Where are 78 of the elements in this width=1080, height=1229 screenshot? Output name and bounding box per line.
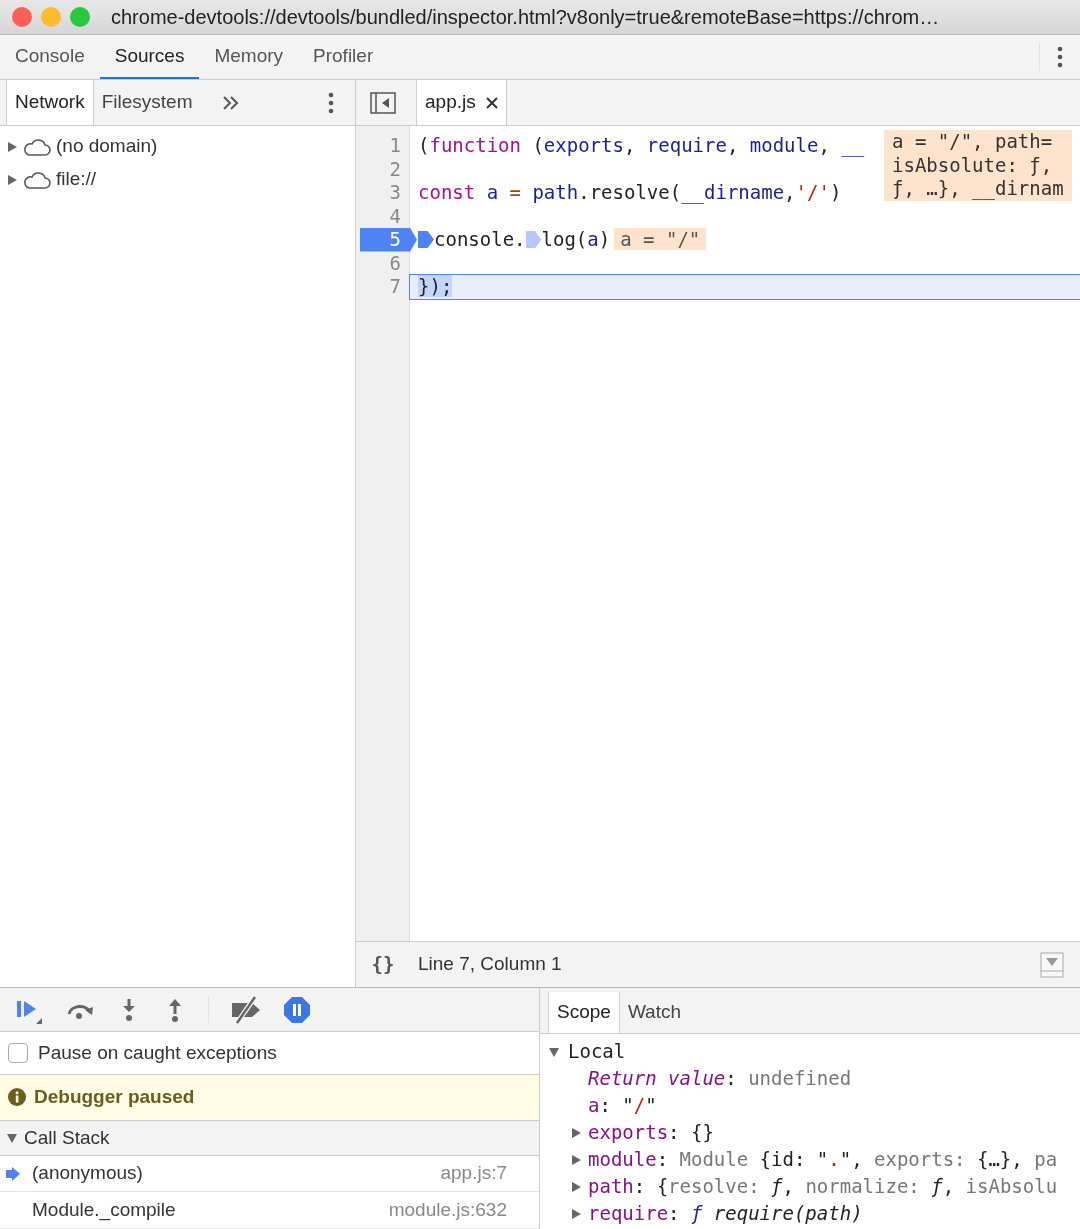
code-token: __ [841, 134, 865, 156]
expand-triangle-icon[interactable] [6, 140, 18, 153]
code-token: __dirname [681, 181, 785, 203]
code-token: const [418, 181, 477, 203]
section-header[interactable]: Call Stack [24, 1123, 110, 1153]
scope-property[interactable]: module: Module {id: ".", exports: {…}, pa [588, 1146, 1058, 1173]
code-token: , [726, 134, 740, 156]
scope-property[interactable]: path: {resolve: ƒ, normalize: ƒ, isAbsolu [588, 1173, 1058, 1200]
window-control-dot[interactable] [70, 7, 90, 27]
code-token: function [429, 134, 521, 156]
code-token: '/' [795, 181, 830, 203]
cloud-icon [22, 169, 52, 190]
collapse-triangle-icon[interactable] [548, 1045, 560, 1058]
code-token: console. [434, 228, 526, 250]
cursor-position: Line 7, Column 1 [418, 952, 562, 977]
code-token: exports [543, 134, 624, 156]
file-tab[interactable]: app.js [416, 80, 507, 125]
collapse-triangle-icon[interactable] [6, 1131, 18, 1144]
expand-triangle-icon[interactable] [570, 1180, 582, 1193]
scope-property[interactable]: exports: {} [588, 1119, 714, 1146]
code-token: ( [418, 134, 430, 156]
expand-triangle-icon[interactable] [570, 1153, 582, 1166]
popover-text: isAbsolute: ƒ, [892, 153, 1054, 177]
navigator-tab[interactable]: Network [6, 80, 94, 125]
code-token: module [749, 134, 819, 156]
sidebar-tab[interactable]: Scope [548, 992, 620, 1033]
expand-triangle-icon[interactable] [570, 1126, 582, 1139]
paused-message: Debugger paused [34, 1085, 195, 1110]
code-token: }); [418, 275, 453, 297]
window-control-dot[interactable] [12, 7, 32, 27]
expand-triangle-icon[interactable] [570, 1207, 582, 1220]
navigator-tab[interactable]: Filesystem [93, 80, 202, 125]
code-token: ) [829, 181, 842, 203]
popover-text: ƒ, …}, __dirnam [892, 177, 1064, 201]
popover-text: a = "/", path= [892, 130, 1054, 154]
cloud-icon [22, 136, 52, 157]
function-name: (anonymous) [32, 1161, 144, 1186]
code-token: ) [598, 228, 611, 250]
code-token: path [532, 181, 579, 203]
code-token: , [784, 181, 796, 203]
panel-tab[interactable]: Memory [199, 35, 299, 79]
format-button[interactable]: {} [356, 950, 410, 979]
window-control-dot[interactable] [41, 7, 61, 27]
code-token: log( [541, 228, 588, 250]
info-icon [8, 1088, 26, 1107]
code-token: ( [531, 134, 544, 156]
panel-tab[interactable]: Profiler [298, 35, 389, 79]
source-location[interactable]: app.js:7 [440, 1159, 507, 1188]
window-title: chrome-devtools://devtools/bundled/inspector.html?v8only=true&remoteBase=https://chrom… [111, 5, 940, 30]
current-frame-arrow-icon [6, 1166, 20, 1181]
scope-property: a: "/" [588, 1093, 657, 1118]
checkbox-label: Pause on caught exceptions [38, 1040, 277, 1065]
sidebar-tab[interactable]: Watch [619, 992, 690, 1033]
scope-header[interactable]: Local [568, 1038, 626, 1065]
close-icon[interactable] [485, 96, 498, 109]
code-token: a [587, 228, 599, 250]
tree-item[interactable]: file:// [56, 165, 97, 194]
call-frame-row[interactable]: Module._compile module.js:632 [0, 1192, 539, 1229]
tree-item[interactable]: (no domain) [56, 132, 158, 161]
source-location[interactable]: module.js:632 [388, 1195, 507, 1225]
panel-tab[interactable]: Console [0, 35, 100, 79]
code-token: .resolve( [578, 181, 682, 203]
code-token: , [623, 134, 637, 156]
expand-triangle-icon[interactable] [6, 173, 18, 186]
code-token: a [486, 181, 499, 203]
scope-property: Return value: undefined [588, 1066, 852, 1091]
code-token: , [818, 134, 831, 156]
scope-property[interactable]: require: ƒ require(path) [588, 1200, 863, 1227]
inline-value: a = "/" [614, 228, 707, 250]
code-token: = [508, 181, 522, 203]
function-name: Module._compile [32, 1197, 177, 1223]
pause-exceptions-icon[interactable] [283, 995, 311, 1024]
drawer-toggle-icon[interactable] [1040, 951, 1064, 978]
execution-line-number[interactable]: 5 [360, 228, 417, 252]
breakpoint-marker-icon[interactable] [525, 231, 542, 248]
breakpoint-marker-icon[interactable] [418, 231, 434, 248]
checkbox[interactable] [8, 1043, 28, 1064]
code-token: require [646, 134, 727, 156]
